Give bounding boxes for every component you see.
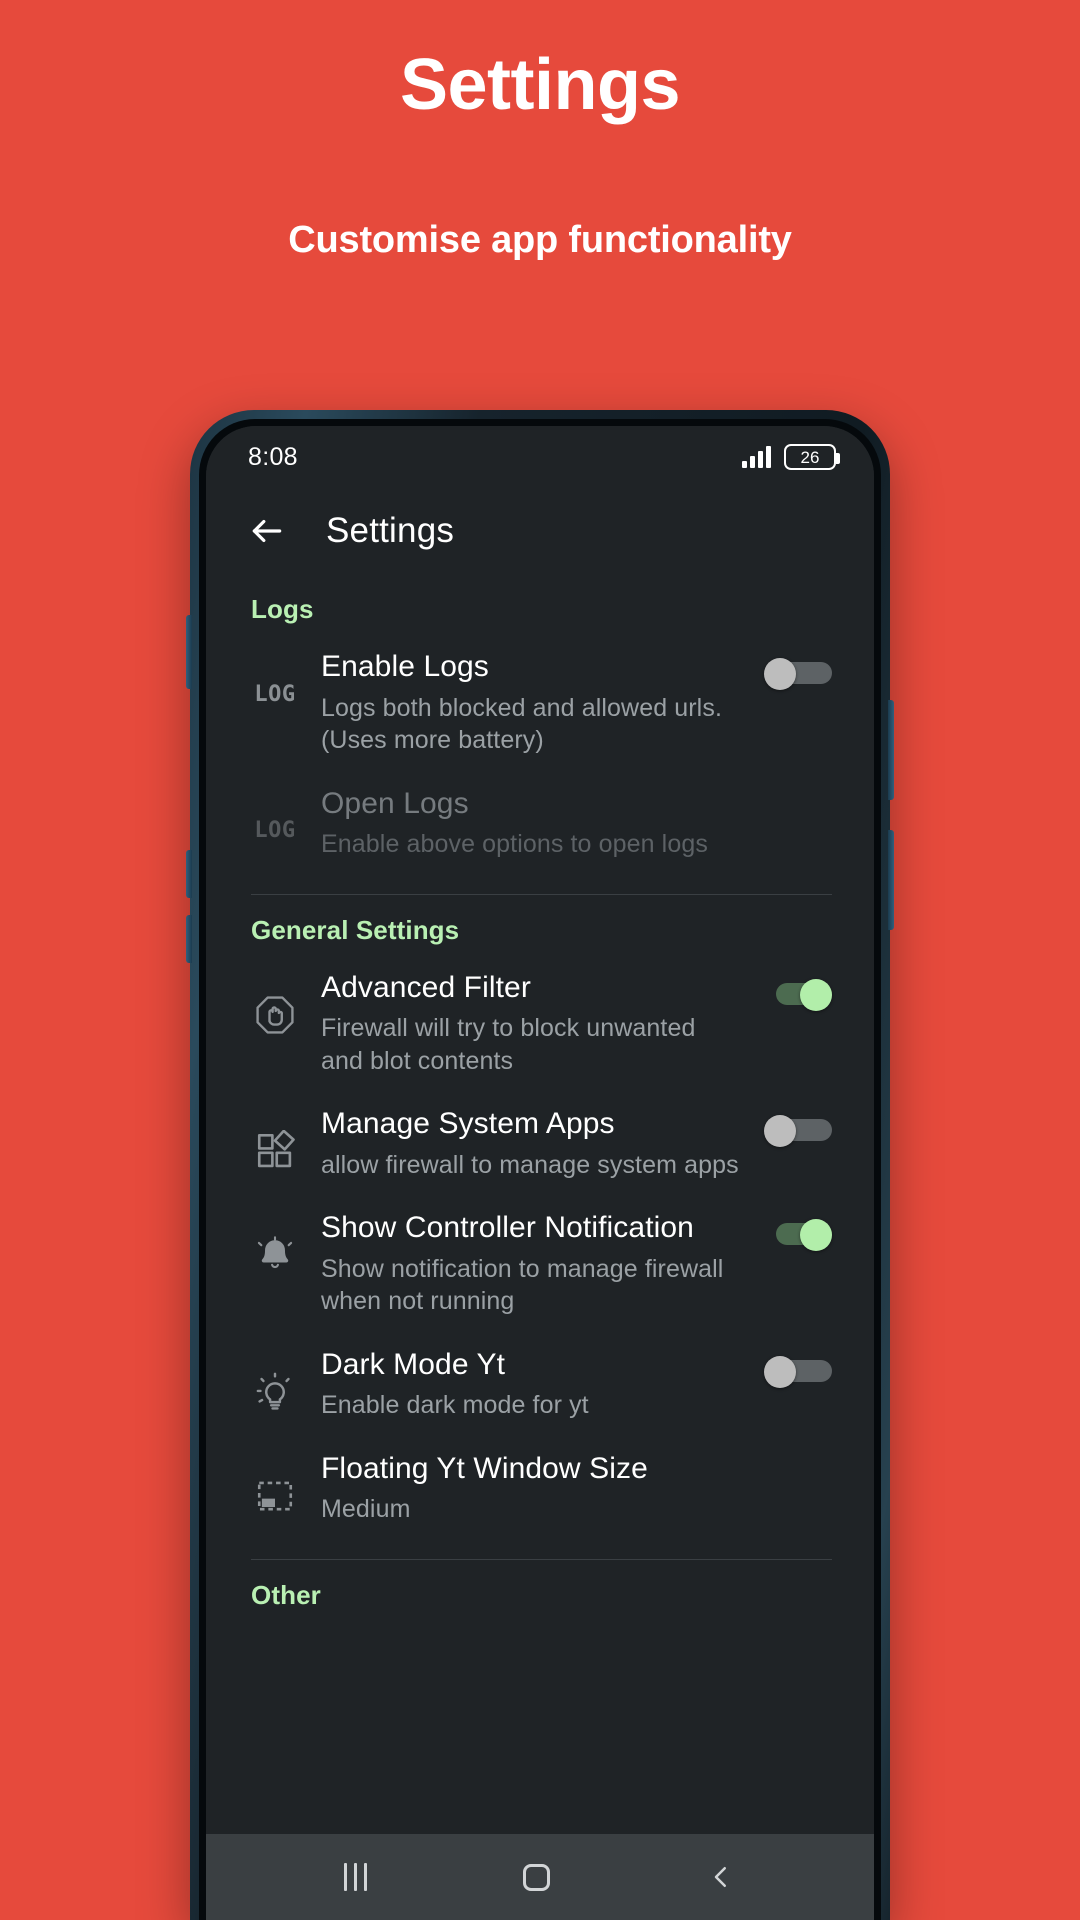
lightbulb-icon <box>251 1368 299 1416</box>
setting-title: Enable Logs <box>321 650 489 683</box>
nav-back-icon[interactable] <box>706 1862 736 1892</box>
setting-row-open-logs[interactable]: LOG Open Logs Enable above options to op… <box>206 770 874 874</box>
status-indicators: 26 <box>742 444 840 470</box>
setting-row-manage-system-apps[interactable]: Manage System Apps allow firewall to man… <box>206 1090 874 1194</box>
setting-value: Medium <box>321 1495 411 1523</box>
setting-subtitle: Show notification to manage firewall whe… <box>321 1254 724 1316</box>
setting-text: Manage System Apps allow firewall to man… <box>321 1103 742 1181</box>
setting-row-floating-yt-window-size[interactable]: Floating Yt Window Size Medium <box>206 1435 874 1539</box>
phone-volume-down-button <box>186 915 192 963</box>
status-clock: 8:08 <box>248 442 298 471</box>
setting-title: Advanced Filter <box>321 970 531 1004</box>
system-navigation-bar <box>206 1834 874 1920</box>
log-icon: LOG <box>254 681 296 707</box>
home-icon[interactable] <box>523 1863 550 1891</box>
settings-list[interactable]: Logs LOG Enable Logs Logs both blocked a… <box>206 574 874 1834</box>
promo-subtitle: Customise app functionality <box>288 219 792 262</box>
setting-subtitle: Enable dark mode for yt <box>321 1391 589 1419</box>
phone-volume-up-button <box>186 850 192 898</box>
setting-text: Floating Yt Window Size Medium <box>321 1448 832 1526</box>
section-header-general-settings: General Settings <box>251 914 460 945</box>
setting-text: Show Controller Notification Show notifi… <box>321 1207 742 1318</box>
section-header-other: Other <box>251 1579 321 1610</box>
signal-bars-icon <box>742 446 771 468</box>
setting-row-enable-logs[interactable]: LOG Enable Logs Logs both blocked and al… <box>206 633 874 770</box>
back-arrow-icon[interactable] <box>248 512 286 550</box>
bell-icon <box>251 1231 299 1279</box>
setting-text: Dark Mode Yt Enable dark mode for yt <box>321 1344 742 1422</box>
battery-level-label: 26 <box>800 447 820 467</box>
setting-title: Manage System Apps <box>321 1107 615 1140</box>
status-bar: 8:08 26 <box>206 426 874 488</box>
promo-title: Settings <box>399 45 681 125</box>
phone-mockup: 8:08 26 Settings Logs LOG Enable Logs Lo… <box>186 410 894 1920</box>
toggle-dark-mode-yt[interactable] <box>764 1355 832 1388</box>
battery-icon: 26 <box>784 444 840 470</box>
toggle-manage-system-apps[interactable] <box>764 1115 832 1147</box>
log-icon: LOG <box>254 818 296 843</box>
promo-header: Settings Customise app functionality <box>0 0 1080 262</box>
setting-title: Floating Yt Window Size <box>321 1451 648 1485</box>
toggle-show-controller-notification[interactable] <box>764 1219 832 1251</box>
setting-subtitle: Enable above options to open logs <box>321 830 708 858</box>
toggle-enable-logs[interactable] <box>764 658 832 690</box>
setting-subtitle: allow firewall to manage system apps <box>321 1150 739 1179</box>
phone-bezel: 8:08 26 Settings Logs LOG Enable Logs Lo… <box>199 419 881 1920</box>
phone-power-button <box>888 700 894 800</box>
setting-title: Dark Mode Yt <box>321 1347 506 1381</box>
section-header-logs: Logs <box>251 594 314 624</box>
toggle-advanced-filter[interactable] <box>764 978 832 1011</box>
page-title: Settings <box>326 511 455 550</box>
recents-icon[interactable] <box>344 1863 367 1891</box>
setting-row-dark-mode-yt[interactable]: Dark Mode Yt Enable dark mode for yt <box>206 1331 874 1435</box>
phone-screen: 8:08 26 Settings Logs LOG Enable Logs Lo… <box>206 426 874 1920</box>
system-apps-grid-icon <box>251 1127 299 1175</box>
app-bar: Settings <box>206 488 874 574</box>
phone-side-button <box>186 615 192 689</box>
setting-title: Show Controller Notification <box>321 1211 694 1244</box>
resize-window-icon <box>251 1472 299 1520</box>
setting-text: Open Logs Enable above options to open l… <box>321 783 832 861</box>
setting-subtitle: Logs both blocked and allowed urls. (Use… <box>321 693 722 755</box>
setting-text: Advanced Filter Firewall will try to blo… <box>321 967 742 1078</box>
phone-side-button-secondary <box>888 830 894 930</box>
block-hand-icon <box>251 991 299 1039</box>
setting-subtitle: Firewall will try to block unwanted and … <box>321 1014 696 1075</box>
setting-text: Enable Logs Logs both blocked and allowe… <box>321 646 742 757</box>
setting-row-show-controller-notification[interactable]: Show Controller Notification Show notifi… <box>206 1194 874 1331</box>
setting-row-advanced-filter[interactable]: Advanced Filter Firewall will try to blo… <box>206 954 874 1091</box>
setting-title: Open Logs <box>321 786 469 820</box>
